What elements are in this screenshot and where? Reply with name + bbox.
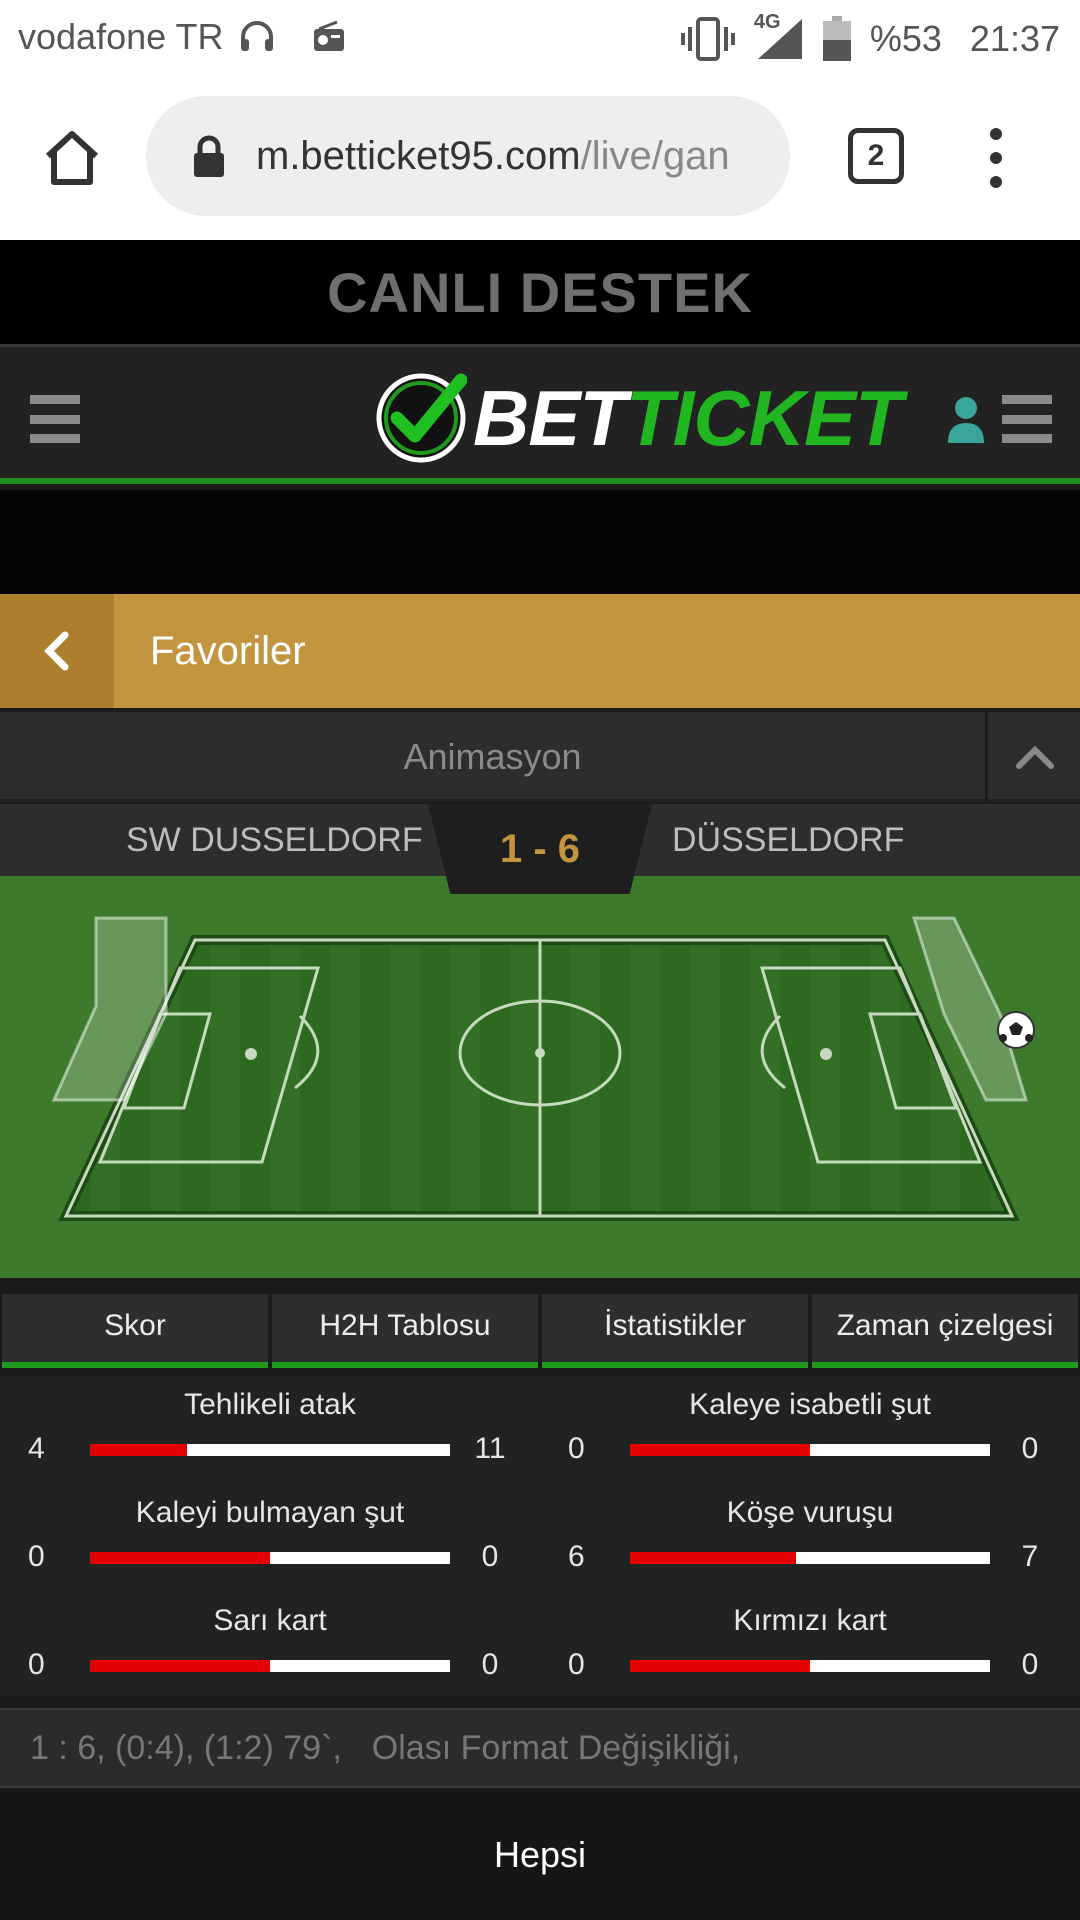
url-bar[interactable]: m.betticket95.com/live/gan — [146, 96, 790, 216]
stat-bar-fill — [630, 1660, 810, 1672]
back-button[interactable] — [0, 594, 114, 708]
stat-bar — [630, 1660, 990, 1672]
account-menu-icon[interactable] — [1002, 395, 1052, 443]
stat-away-value: 0 — [481, 1648, 499, 1681]
stat-away-value: 0 — [1021, 1432, 1039, 1465]
stat-away-value: 0 — [1021, 1648, 1039, 1681]
favorites-bar: Favoriler — [0, 594, 1080, 708]
lock-icon — [192, 134, 226, 178]
stat-item: Kaleyi bulmayan şut 0 0 — [0, 1484, 540, 1592]
all-markets-button[interactable]: Hepsi — [0, 1790, 1080, 1920]
stat-home-value: 0 — [568, 1432, 585, 1465]
stat-bar — [90, 1552, 450, 1564]
stat-item: Kaleye isabetli şut 0 0 — [540, 1376, 1080, 1484]
stat-title: Tehlikeli atak — [184, 1388, 356, 1421]
stat-away-value: 0 — [481, 1540, 499, 1573]
user-icon[interactable] — [946, 395, 986, 445]
score-box: 1 - 6 — [428, 804, 652, 894]
main-menu-icon[interactable] — [30, 395, 80, 443]
stat-away-value: 7 — [1021, 1540, 1039, 1573]
away-team-name: DÜSSELDORF — [672, 821, 905, 859]
match-score: 1 - 6 — [499, 826, 581, 871]
home-icon[interactable] — [40, 126, 104, 190]
stats-tabs: Skor H2H Tablosu İstatistikler Zaman çiz… — [0, 1294, 1080, 1368]
stat-title: Sarı kart — [213, 1604, 327, 1637]
stat-item: Tehlikeli atak 4 11 — [0, 1376, 540, 1484]
stat-title: Kaleyi bulmayan şut — [135, 1496, 405, 1529]
logo-wordmark: BETTICKET — [473, 373, 903, 462]
headset-icon — [237, 17, 277, 57]
stat-bar — [90, 1660, 450, 1672]
scoreboard: SW DUSSELDORF 1 - 6 DÜSSELDORF — [0, 804, 1080, 894]
event-ticker: 1 : 6, (0:4), (1:2) 79`, Olası Format Değ… — [0, 1708, 1080, 1788]
url-host: m.betticket95.com — [256, 133, 581, 178]
stat-bar — [630, 1552, 990, 1564]
stat-item: Kırmızı kart 0 0 — [540, 1592, 1080, 1700]
tab-score[interactable]: Skor — [2, 1294, 268, 1368]
carrier-label: vodafone TR — [18, 16, 224, 57]
tab-h2h[interactable]: H2H Tablosu — [272, 1294, 538, 1368]
stats-panel: Tehlikeli atak 4 11 Kaleye isabetli şut … — [0, 1376, 1080, 1696]
status-bar: vodafone TR 4G %53 21:37 — [0, 0, 1080, 76]
stat-home-value: 6 — [568, 1540, 585, 1573]
tab-switcher-button[interactable]: 2 — [848, 128, 904, 184]
chevron-up-icon — [1016, 745, 1054, 769]
battery-icon — [822, 16, 852, 62]
animation-bar: Animasyon — [0, 712, 1080, 802]
home-team-name: SW DUSSELDORF — [126, 821, 423, 859]
stat-bar-fill — [90, 1552, 270, 1564]
stat-home-value: 0 — [28, 1540, 45, 1573]
live-support-banner[interactable]: CANLI DESTEK — [0, 240, 1080, 344]
ad-strip — [0, 490, 1080, 594]
tab-timeline[interactable]: Zaman çizelgesi — [812, 1294, 1078, 1368]
chevron-left-icon — [44, 631, 69, 671]
stat-title: Kırmızı kart — [733, 1604, 887, 1637]
stat-bar-fill — [630, 1444, 810, 1456]
stat-title: Köşe vuruşu — [726, 1496, 894, 1529]
radio-icon — [311, 19, 347, 55]
battery-percent: %53 — [869, 18, 942, 59]
stat-bar — [630, 1444, 990, 1456]
stat-bar-fill — [630, 1552, 796, 1564]
browser-toolbar: m.betticket95.com/live/gan 2 — [0, 76, 1080, 240]
signal-icon: 4G — [754, 11, 804, 61]
site-logo[interactable]: BETTICKET — [375, 373, 903, 463]
match-animation-pitch — [0, 876, 1080, 1278]
vibrate-icon — [680, 17, 736, 61]
network-type: 4G — [753, 11, 781, 33]
stat-home-value: 0 — [568, 1648, 585, 1681]
favorites-title: Favoriler — [150, 629, 306, 673]
collapse-animation-button[interactable] — [990, 712, 1080, 802]
event-score-detail: 1 : 6, (0:4), (1:2) 79`, — [30, 1729, 342, 1767]
stat-home-value: 4 — [28, 1432, 45, 1465]
site-header: BETTICKET — [0, 344, 1080, 484]
stat-away-value: 11 — [474, 1432, 506, 1465]
stat-home-value: 0 — [28, 1648, 45, 1681]
stat-bar-fill — [90, 1660, 270, 1672]
overflow-menu-icon[interactable] — [984, 128, 1008, 188]
clock: 21:37 — [969, 18, 1060, 59]
stat-item: Sarı kart 0 0 — [0, 1592, 540, 1700]
stat-bar — [90, 1444, 450, 1456]
stat-item: Köşe vuruşu 6 7 — [540, 1484, 1080, 1592]
url-path: /live/gan — [580, 133, 730, 178]
tab-statistics[interactable]: İstatistikler — [542, 1294, 808, 1368]
stat-bar-fill — [90, 1444, 188, 1456]
checkmark-logo-icon — [376, 373, 467, 463]
animation-label[interactable]: Animasyon — [0, 712, 988, 802]
ball-icon — [997, 1011, 1035, 1049]
stat-title: Kaleye isabetli şut — [689, 1388, 931, 1421]
url-text: m.betticket95.com/live/gan — [256, 134, 766, 179]
event-note: Olası Format Değişikliği, — [371, 1729, 741, 1767]
